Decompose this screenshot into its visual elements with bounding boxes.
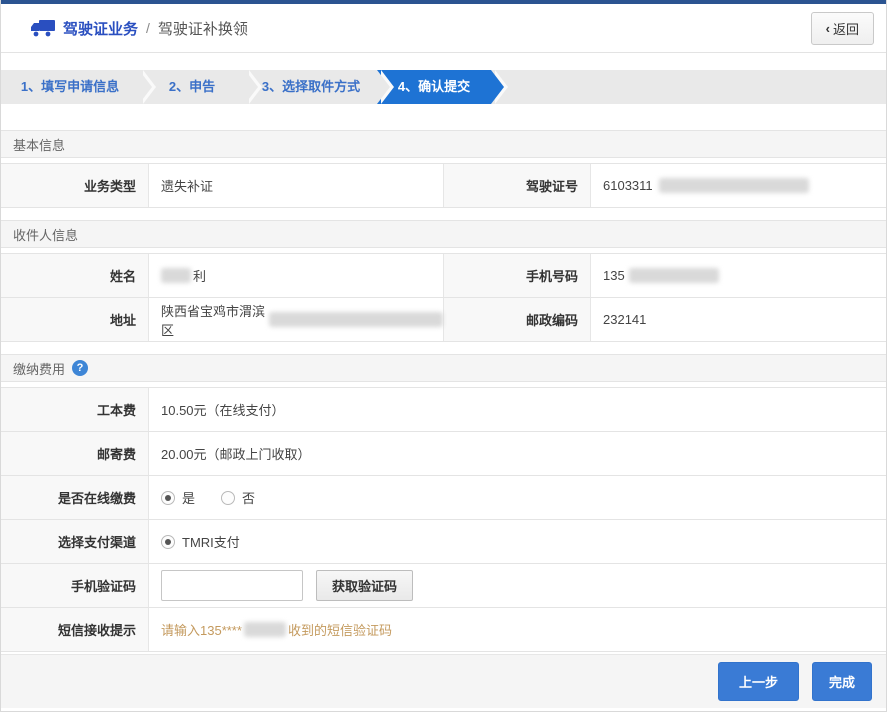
table-row: 姓名 利 手机号码 135 — [1, 254, 886, 298]
postage-value: 20.00元（邮政上门收取） — [149, 432, 886, 475]
phone-value: 135 — [591, 254, 886, 297]
radio-option-tmri-label: TMRI支付 — [182, 532, 240, 551]
license-no-label: 驾驶证号 — [444, 164, 591, 207]
redacted-license-no — [659, 178, 809, 193]
section-basic-info: 基本信息 业务类型 遗失补证 驾驶证号 6103311 — [1, 130, 886, 208]
basic-info-table: 业务类型 遗失补证 驾驶证号 6103311 — [1, 163, 886, 208]
online-pay-label: 是否在线缴费 — [1, 476, 149, 519]
license-no-value: 6103311 — [591, 164, 886, 207]
sms-hint-suffix: 收到的短信验证码 — [288, 620, 392, 639]
sms-hint-prefix: 请输入135**** — [161, 620, 242, 639]
section-recipient-info: 收件人信息 姓名 利 手机号码 135 地址 陕西省宝鸡市渭滨区 — [1, 220, 886, 342]
radio-option-yes-label: 是 — [182, 488, 195, 507]
section-title: 基本信息 — [13, 135, 65, 154]
business-type-value: 遗失补证 — [149, 164, 444, 207]
name-suffix: 利 — [193, 266, 206, 285]
back-button-label: 返回 — [833, 19, 859, 38]
name-label: 姓名 — [1, 254, 149, 297]
radio-checked-icon — [161, 535, 175, 549]
tab-step-4-active[interactable]: 4、确认提交 — [377, 70, 491, 104]
radio-unchecked-icon — [221, 491, 235, 505]
get-code-button[interactable]: 获取验证码 — [316, 570, 413, 601]
table-row: 地址 陕西省宝鸡市渭滨区 邮政编码 232141 — [1, 298, 886, 342]
section-fee-info: 缴纳费用 ? 工本费 10.50元（在线支付） 邮寄费 20.00元（邮政上门收… — [1, 354, 886, 652]
section-basic-info-header: 基本信息 — [1, 130, 886, 158]
breadcrumb-divider: / — [146, 20, 150, 36]
cost-value: 10.50元（在线支付） — [149, 388, 886, 431]
name-value: 利 — [149, 254, 444, 297]
page: 驾驶证业务 / 驾驶证补换领 ‹ 返回 1、填写申请信息 2、申告 3、选择取件… — [0, 0, 887, 712]
radio-checked-icon — [161, 491, 175, 505]
table-row: 业务类型 遗失补证 驾驶证号 6103311 — [1, 164, 886, 208]
pay-channel-options: TMRI支付 — [149, 520, 886, 563]
table-row: 手机验证码 获取验证码 — [1, 564, 886, 608]
phone-prefix: 135 — [603, 268, 625, 283]
help-icon[interactable]: ? — [72, 360, 88, 376]
section-title: 缴纳费用 — [13, 359, 65, 378]
online-pay-options: 是 否 — [149, 476, 886, 519]
page-title: 驾驶证业务 — [63, 18, 138, 39]
table-row: 工本费 10.50元（在线支付） — [1, 388, 886, 432]
captcha-label: 手机验证码 — [1, 564, 149, 607]
radio-option-no-label: 否 — [242, 488, 255, 507]
table-row: 邮寄费 20.00元（邮政上门收取） — [1, 432, 886, 476]
fee-info-table: 工本费 10.50元（在线支付） 邮寄费 20.00元（邮政上门收取） 是否在线… — [1, 387, 886, 652]
radio-option-no[interactable]: 否 — [221, 488, 255, 507]
sms-hint-value: 请输入135**** 收到的短信验证码 — [149, 608, 886, 651]
radio-option-tmri[interactable]: TMRI支付 — [161, 532, 240, 551]
license-no-prefix: 6103311 — [603, 178, 653, 193]
back-chevron-icon: ‹ — [826, 21, 830, 36]
back-button[interactable]: ‹ 返回 — [811, 12, 874, 45]
redacted-phone — [629, 268, 719, 283]
section-title: 收件人信息 — [13, 225, 78, 244]
breadcrumb: 驾驶证业务 / 驾驶证补换领 — [31, 18, 248, 39]
recipient-info-table: 姓名 利 手机号码 135 地址 陕西省宝鸡市渭滨区 邮政编码 23214 — [1, 253, 886, 342]
business-type-label: 业务类型 — [1, 164, 149, 207]
radio-option-yes[interactable]: 是 — [161, 488, 195, 507]
address-label: 地址 — [1, 298, 149, 341]
truck-icon — [31, 19, 55, 37]
phone-label: 手机号码 — [444, 254, 591, 297]
breadcrumb-current: 驾驶证补换领 — [158, 18, 248, 39]
captcha-field-area: 获取验证码 — [149, 564, 886, 607]
redacted-address — [269, 312, 443, 327]
postcode-label: 邮政编码 — [444, 298, 591, 341]
finish-button[interactable]: 完成 — [812, 662, 872, 701]
step-tabs: 1、填写申请信息 2、申告 3、选择取件方式 4、确认提交 — [1, 70, 886, 104]
cost-label: 工本费 — [1, 388, 149, 431]
address-value: 陕西省宝鸡市渭滨区 — [149, 298, 444, 341]
postcode-value: 232141 — [591, 298, 886, 341]
redacted-sms-phone — [244, 622, 286, 637]
table-row: 短信接收提示 请输入135**** 收到的短信验证码 — [1, 608, 886, 652]
footer-action-bar: 上一步 完成 — [1, 654, 886, 708]
sms-hint-label: 短信接收提示 — [1, 608, 149, 651]
captcha-input[interactable] — [161, 570, 303, 601]
pay-channel-label: 选择支付渠道 — [1, 520, 149, 563]
header: 驾驶证业务 / 驾驶证补换领 ‹ 返回 — [1, 4, 886, 53]
tab-step-1[interactable]: 1、填写申请信息 — [1, 70, 139, 104]
table-row: 是否在线缴费 是 否 — [1, 476, 886, 520]
postage-label: 邮寄费 — [1, 432, 149, 475]
section-fee-info-header: 缴纳费用 ? — [1, 354, 886, 382]
section-recipient-info-header: 收件人信息 — [1, 220, 886, 248]
prev-step-button[interactable]: 上一步 — [718, 662, 799, 701]
table-row: 选择支付渠道 TMRI支付 — [1, 520, 886, 564]
tab-step-3[interactable]: 3、选择取件方式 — [245, 70, 377, 104]
redacted-name — [161, 268, 191, 283]
address-prefix: 陕西省宝鸡市渭滨区 — [161, 301, 266, 339]
